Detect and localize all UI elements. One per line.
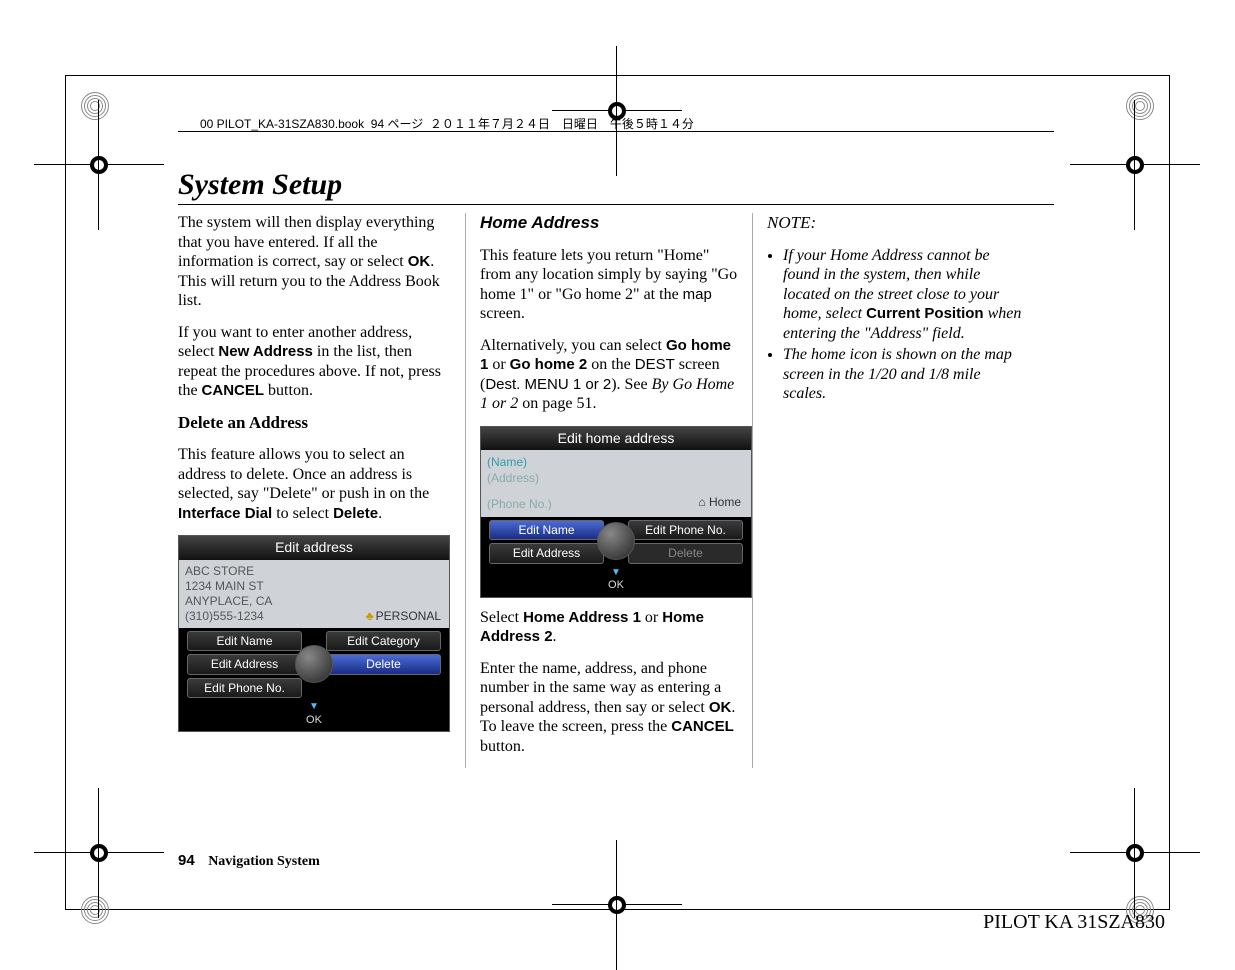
column-3: NOTE: If your Home Address cannot be fou… bbox=[752, 213, 1025, 768]
page-footer: 94 Navigation System bbox=[178, 852, 320, 870]
edit-address-button[interactable]: Edit Address bbox=[187, 654, 302, 675]
screen-buttons: Edit Name Edit Category Edit Address Del… bbox=[179, 628, 449, 701]
page-content: System Setup The system will then displa… bbox=[178, 168, 1058, 768]
screen-title: Edit address bbox=[179, 536, 449, 559]
edit-name-button[interactable]: Edit Name bbox=[187, 631, 302, 652]
subheading-delete-address: Delete an Address bbox=[178, 413, 451, 434]
delete-button[interactable]: Delete bbox=[326, 654, 441, 675]
note-item: The home icon is shown on the map screen… bbox=[783, 345, 1025, 404]
footer-title: Navigation System bbox=[208, 854, 320, 869]
edit-phone-button[interactable]: Edit Phone No. bbox=[187, 678, 302, 699]
source-meta-line: 00 PILOT_KA-31SZA830.book 94 ページ ２０１１年７月… bbox=[200, 115, 694, 132]
registration-mark bbox=[1120, 838, 1150, 868]
edit-address-screenshot: Edit address ABC STORE 1234 MAIN ST ANYP… bbox=[178, 535, 450, 732]
page-number: 94 bbox=[178, 852, 195, 869]
note-list: If your Home Address cannot be found in … bbox=[767, 246, 1025, 404]
edit-name-button[interactable]: Edit Name bbox=[489, 520, 604, 541]
note-item: If your Home Address cannot be found in … bbox=[783, 246, 1025, 344]
edit-phone-button[interactable]: Edit Phone No. bbox=[628, 520, 743, 541]
three-column-layout: The system will then display everything … bbox=[178, 213, 1058, 768]
interface-dial-icon bbox=[295, 645, 333, 683]
meta-separator bbox=[178, 131, 1054, 132]
subheading-home-address: Home Address bbox=[480, 213, 738, 234]
edit-home-address-screenshot: Edit home address (Name) (Address) (Phon… bbox=[480, 426, 752, 598]
edit-address-button[interactable]: Edit Address bbox=[489, 543, 604, 564]
registration-mark bbox=[602, 890, 632, 920]
spiral-mark bbox=[1125, 91, 1155, 121]
registration-mark bbox=[84, 838, 114, 868]
empty-slot bbox=[326, 678, 441, 699]
paragraph: Select Home Address 1 or Home Address 2. bbox=[480, 608, 738, 647]
document-id: PILOT KA 31SZA830 bbox=[983, 911, 1165, 934]
spiral-mark bbox=[80, 895, 110, 925]
address-info-block: ABC STORE 1234 MAIN ST ANYPLACE, CA (310… bbox=[179, 560, 449, 628]
home-info-block: (Name) (Address) (Phone No.) ⌂ Home bbox=[481, 450, 751, 517]
page-title: System Setup bbox=[178, 168, 1058, 202]
note-heading: NOTE: bbox=[767, 213, 1025, 234]
paragraph: If you want to enter another address, se… bbox=[178, 323, 451, 401]
down-arrow-icon: ▼ bbox=[611, 567, 621, 578]
screen-title: Edit home address bbox=[481, 427, 751, 450]
column-2: Home Address This feature lets you retur… bbox=[465, 213, 738, 768]
user-icon: ♣ bbox=[366, 609, 374, 623]
spiral-mark bbox=[80, 91, 110, 121]
delete-button[interactable]: Delete bbox=[628, 543, 743, 564]
ok-prompt[interactable]: ▼OK bbox=[481, 566, 751, 597]
home-icon: ⌂ bbox=[698, 495, 705, 509]
down-arrow-icon: ▼ bbox=[309, 701, 319, 712]
column-1: The system will then display everything … bbox=[178, 213, 451, 768]
ok-prompt[interactable]: ▼OK bbox=[179, 700, 449, 731]
paragraph: This feature lets you return "Home" from… bbox=[480, 246, 738, 324]
edit-category-button[interactable]: Edit Category bbox=[326, 631, 441, 652]
interface-dial-icon bbox=[597, 522, 635, 560]
screen-buttons: Edit Name Edit Phone No. Edit Address De… bbox=[481, 517, 751, 566]
title-separator bbox=[178, 204, 1054, 205]
paragraph: This feature allows you to select an add… bbox=[178, 445, 451, 523]
registration-mark bbox=[1120, 150, 1150, 180]
paragraph: Enter the name, address, and phone numbe… bbox=[480, 659, 738, 757]
paragraph: The system will then display everything … bbox=[178, 213, 451, 311]
paragraph: Alternatively, you can select Go home 1 … bbox=[480, 336, 738, 414]
registration-mark bbox=[84, 150, 114, 180]
